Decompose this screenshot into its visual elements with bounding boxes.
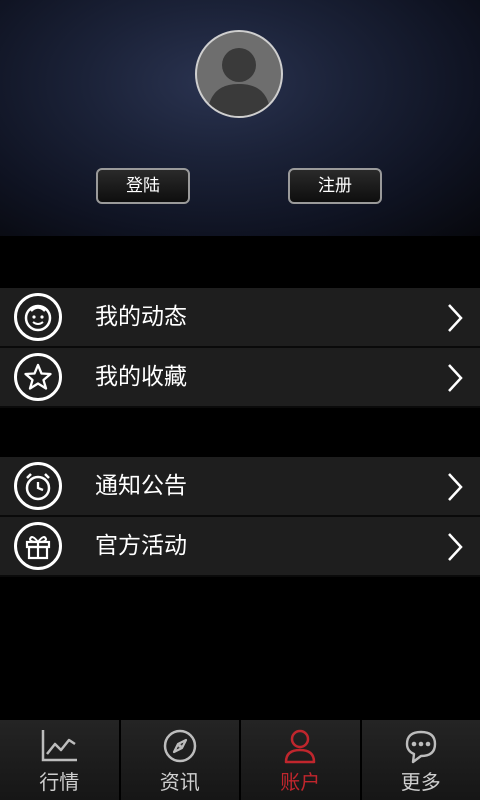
tab-market[interactable]: 行情	[0, 720, 121, 800]
tab-account[interactable]: 账户	[241, 720, 362, 800]
menu-item-official-events[interactable]: 官方活动	[0, 517, 480, 577]
chevron-right-icon	[448, 364, 463, 392]
user-icon	[285, 729, 316, 764]
menu-item-label: 我的动态	[95, 304, 187, 330]
tab-label: 更多	[400, 770, 441, 794]
profile-header: 登陆 注册	[0, 0, 480, 236]
more-icon	[405, 730, 436, 764]
alarm-clock-icon	[14, 462, 62, 510]
chart-icon	[42, 730, 78, 762]
gift-icon	[14, 522, 62, 570]
chevron-right-icon	[448, 473, 463, 501]
menu-item-notices[interactable]: 通知公告	[0, 457, 480, 517]
tab-label: 账户	[280, 770, 321, 794]
menu-item-my-favorites[interactable]: 我的收藏	[0, 348, 480, 408]
menu-item-label: 通知公告	[95, 473, 187, 499]
menu-item-my-activity[interactable]: 我的动态	[0, 288, 480, 348]
login-button[interactable]: 登陆	[96, 168, 190, 204]
bottom-tab-bar: 行情 资讯 账户 更多	[0, 720, 480, 800]
star-icon	[14, 353, 62, 401]
menu-group-info: 通知公告 官方活动	[0, 457, 480, 577]
tab-label: 行情	[39, 770, 80, 794]
face-icon	[14, 293, 62, 341]
menu-group-personal: 我的动态 我的收藏	[0, 288, 480, 408]
register-button[interactable]: 注册	[288, 168, 382, 204]
avatar[interactable]	[195, 30, 283, 118]
default-user-icon	[207, 48, 271, 116]
chevron-right-icon	[448, 304, 463, 332]
tab-more[interactable]: 更多	[361, 720, 480, 800]
compass-icon	[163, 729, 196, 763]
menu-item-label: 官方活动	[95, 533, 187, 559]
chevron-right-icon	[448, 533, 463, 561]
menu-item-label: 我的收藏	[95, 364, 187, 390]
tab-news[interactable]: 资讯	[120, 720, 241, 800]
tab-label: 资讯	[159, 770, 200, 794]
